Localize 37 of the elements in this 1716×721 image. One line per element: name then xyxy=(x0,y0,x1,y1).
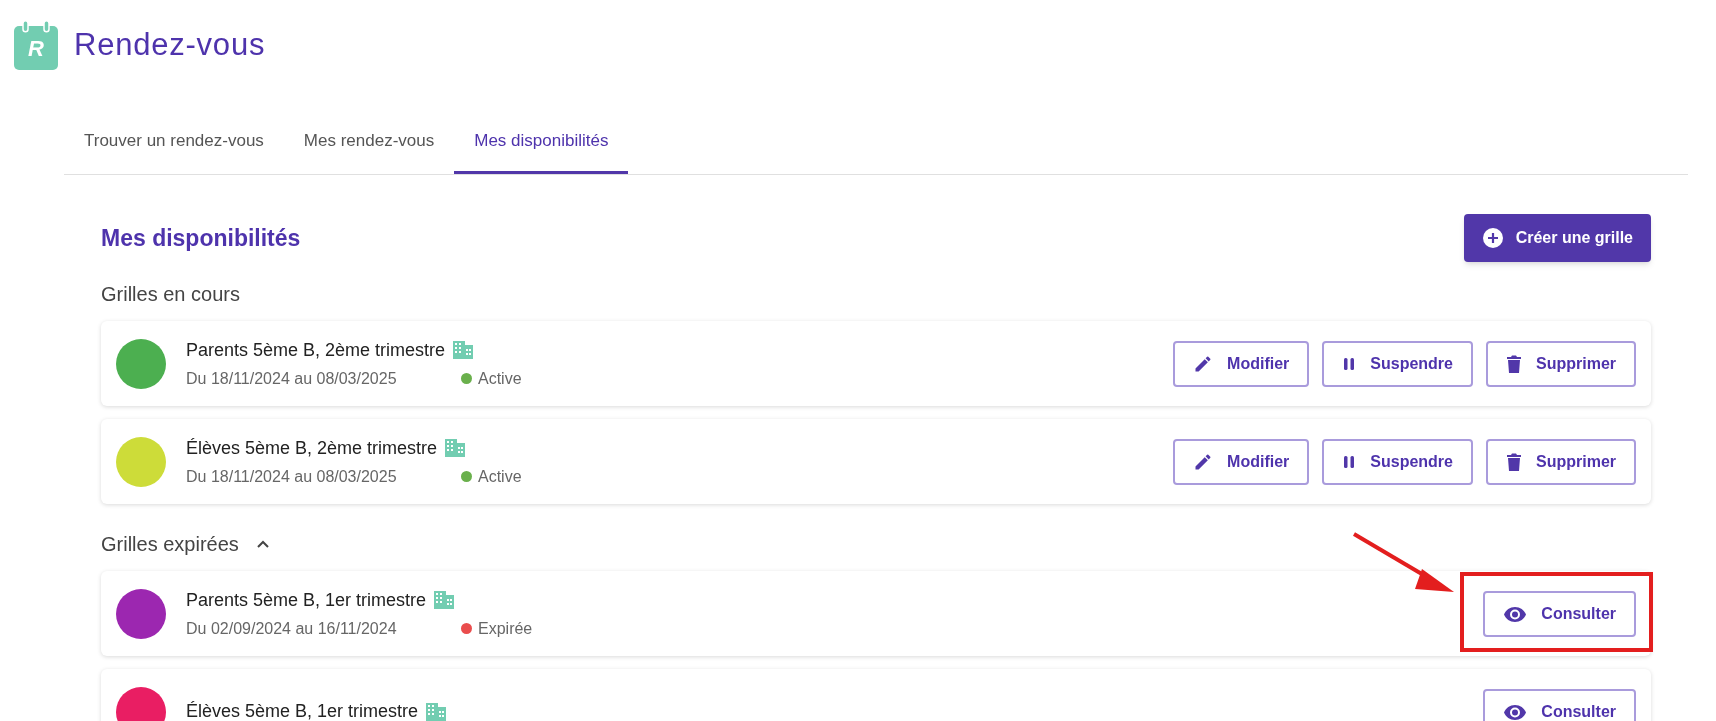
create-grid-button[interactable]: Créer une grille xyxy=(1463,214,1651,262)
status-label: Active xyxy=(478,368,522,389)
pause-button[interactable]: Suspendre xyxy=(1322,438,1473,485)
building-icon xyxy=(445,439,466,457)
pause-icon xyxy=(1342,453,1357,470)
grid-name: Parents 5ème B, 1er trimestre xyxy=(186,588,427,612)
grid-dates: Du 18/11/2024 au 08/03/2025 xyxy=(186,368,398,389)
view-button[interactable]: Consulter xyxy=(1483,590,1636,637)
view-button[interactable]: Consulter xyxy=(1483,688,1636,721)
grid-name: Élèves 5ème B, 2ème trimestre xyxy=(186,436,438,460)
trash-icon xyxy=(1506,353,1522,374)
plus-circle-icon xyxy=(1481,227,1504,249)
tab[interactable]: Mes rendez-vous xyxy=(283,110,455,174)
tab[interactable]: Mes disponibilités xyxy=(454,110,629,174)
edit-button[interactable]: Modifier xyxy=(1173,340,1310,387)
status-label: Active xyxy=(478,466,522,487)
page-heading: Mes disponibilités xyxy=(101,223,301,253)
building-icon xyxy=(453,341,474,359)
eye-icon xyxy=(1503,605,1528,622)
pause-button[interactable]: Suspendre xyxy=(1322,340,1473,387)
delete-button[interactable]: Supprimer xyxy=(1486,438,1636,485)
edit-button[interactable]: Modifier xyxy=(1173,438,1310,485)
delete-button[interactable]: Supprimer xyxy=(1486,340,1636,387)
section-title: Grilles expirées xyxy=(101,532,239,557)
tab[interactable]: Trouver un rendez-vous xyxy=(64,110,284,174)
trash-icon xyxy=(1506,451,1522,472)
logo-letter: R xyxy=(28,38,44,60)
grid-dates: Du 18/11/2024 au 08/03/2025 xyxy=(186,466,398,487)
eye-icon xyxy=(1503,703,1528,720)
status-label: Expirée xyxy=(478,618,533,639)
grid-name: Parents 5ème B, 2ème trimestre xyxy=(186,338,446,362)
section-title: Grilles en cours xyxy=(101,282,240,307)
pause-icon xyxy=(1342,355,1357,372)
building-icon xyxy=(434,591,455,609)
app-title: Rendez-vous xyxy=(74,25,266,64)
grid-dates: Du 02/09/2024 au 16/11/2024 xyxy=(186,618,398,639)
grid-name: Élèves 5ème B, 1er trimestre xyxy=(186,700,419,721)
